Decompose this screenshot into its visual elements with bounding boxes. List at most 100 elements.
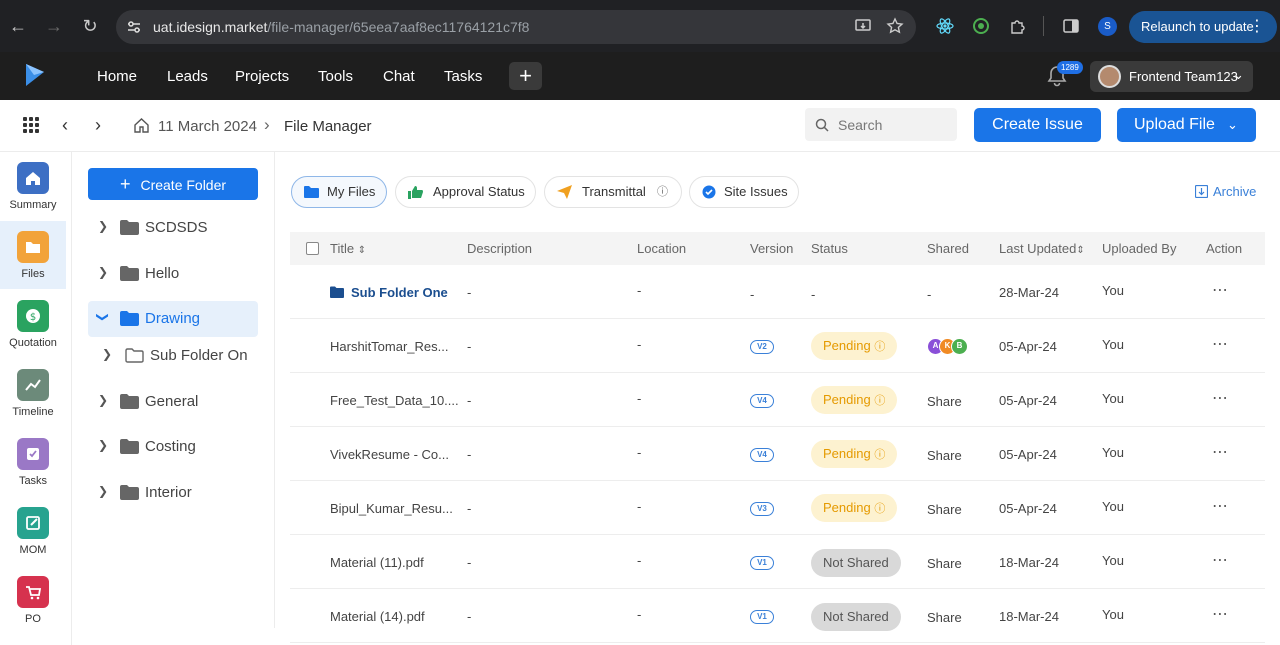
tree-folder-sub-folder[interactable]: ❯ Sub Folder On bbox=[88, 338, 258, 374]
row-title[interactable]: Free_Test_Data_10.... bbox=[330, 393, 459, 408]
reload-icon[interactable]: ↻ bbox=[80, 16, 100, 36]
tree-folder-costing[interactable]: ❯ Costing bbox=[88, 429, 258, 465]
tree-folder-scdsds[interactable]: ❯ SCDSDS bbox=[88, 210, 258, 246]
search-box[interactable] bbox=[805, 108, 957, 141]
nav-tasks[interactable]: Tasks bbox=[444, 68, 482, 85]
install-app-icon[interactable] bbox=[854, 17, 872, 35]
chevron-right-icon[interactable]: ❯ bbox=[98, 484, 108, 498]
row-title[interactable]: Sub Folder One bbox=[351, 285, 448, 300]
row-title[interactable]: HarshitTomar_Res... bbox=[330, 339, 448, 354]
row-updated: 18-Mar-24 bbox=[999, 555, 1059, 570]
back-arrow-icon[interactable]: ← bbox=[8, 16, 28, 36]
search-input[interactable] bbox=[838, 115, 948, 135]
tree-folder-general[interactable]: ❯ General bbox=[88, 384, 258, 420]
chevron-right-icon[interactable]: ❯ bbox=[98, 393, 108, 407]
idesign-logo-icon[interactable] bbox=[24, 62, 48, 88]
rail-item-tasks[interactable]: Tasks bbox=[0, 428, 66, 496]
table-row[interactable]: Material (11).pdf - - V1 Not Shared Shar… bbox=[290, 535, 1265, 589]
chevron-left-icon[interactable]: ‹ bbox=[62, 115, 68, 136]
more-horizontal-icon[interactable]: ⋯ bbox=[1212, 604, 1229, 624]
address-bar[interactable]: uat.idesign.market/file-manager/65eea7aa… bbox=[116, 10, 916, 44]
sort-icon[interactable]: ⇕ bbox=[1076, 245, 1084, 256]
more-horizontal-icon[interactable]: ⋯ bbox=[1212, 280, 1229, 300]
tab-approval-status[interactable]: Approval Status bbox=[395, 176, 536, 208]
chevron-down-icon: ⌄ bbox=[1233, 67, 1244, 82]
extension-green-icon[interactable] bbox=[972, 17, 990, 35]
nav-chat[interactable]: Chat bbox=[383, 68, 415, 85]
version-badge[interactable]: V4 bbox=[750, 394, 774, 408]
create-issue-button[interactable]: Create Issue bbox=[974, 108, 1101, 142]
tab-my-files[interactable]: My Files bbox=[291, 176, 387, 208]
sort-icon[interactable]: ⇕ bbox=[358, 245, 366, 256]
table-row[interactable]: Sub Folder One - - - - - 28-Mar-24 You ⋯ bbox=[290, 265, 1265, 319]
rail-item-quotation[interactable]: $ Quotation bbox=[0, 290, 66, 358]
col-title[interactable]: Title ⇕ bbox=[330, 241, 366, 256]
version-badge[interactable]: V1 bbox=[750, 556, 774, 570]
nav-leads[interactable]: Leads bbox=[167, 68, 208, 85]
row-share-link[interactable]: Share bbox=[927, 448, 962, 463]
react-devtools-icon[interactable] bbox=[936, 17, 954, 35]
breadcrumb-date[interactable]: 11 March 2024 bbox=[158, 118, 257, 135]
more-horizontal-icon[interactable]: ⋯ bbox=[1212, 550, 1229, 570]
tab-transmittal[interactable]: Transmittal ⓘ bbox=[544, 176, 682, 208]
more-horizontal-icon[interactable]: ⋯ bbox=[1212, 388, 1229, 408]
chevron-right-icon[interactable]: ❯ bbox=[98, 219, 108, 233]
rail-item-files[interactable]: Files bbox=[0, 221, 66, 289]
row-title[interactable]: Material (11).pdf bbox=[330, 555, 424, 570]
info-icon[interactable]: ⓘ bbox=[657, 177, 668, 207]
version-badge[interactable]: V2 bbox=[750, 340, 774, 354]
more-horizontal-icon[interactable]: ⋯ bbox=[1212, 496, 1229, 516]
upload-file-button[interactable]: Upload File ⌄ bbox=[1117, 108, 1256, 142]
version-badge[interactable]: V3 bbox=[750, 502, 774, 516]
add-button[interactable]: + bbox=[509, 62, 542, 90]
nav-projects[interactable]: Projects bbox=[235, 68, 289, 85]
folder-icon bbox=[17, 231, 49, 263]
more-vertical-icon[interactable]: ⋮ bbox=[1249, 11, 1265, 43]
more-horizontal-icon[interactable]: ⋯ bbox=[1212, 442, 1229, 462]
forward-arrow-icon[interactable]: → bbox=[44, 16, 64, 36]
rail-item-mom[interactable]: MOM bbox=[0, 497, 66, 565]
tree-folder-drawing[interactable]: ❯ Drawing bbox=[88, 301, 258, 337]
select-all-checkbox[interactable] bbox=[306, 242, 319, 255]
tree-folder-hello[interactable]: ❯ Hello bbox=[88, 256, 258, 292]
row-share-link[interactable]: Share bbox=[927, 502, 962, 517]
row-share-link[interactable]: Share bbox=[927, 394, 962, 409]
row-title[interactable]: Material (14).pdf bbox=[330, 609, 425, 624]
row-share-link[interactable]: Share bbox=[927, 556, 962, 571]
extensions-puzzle-icon[interactable] bbox=[1009, 17, 1027, 35]
profile-avatar[interactable]: S bbox=[1098, 17, 1117, 36]
user-menu[interactable]: Frontend Team123 ⌄ bbox=[1090, 61, 1253, 92]
table-row[interactable]: HarshitTomar_Res... - - V2 Pending ⓘ A K… bbox=[290, 319, 1265, 373]
side-panel-icon[interactable] bbox=[1062, 17, 1080, 35]
version-badge[interactable]: V1 bbox=[750, 610, 774, 624]
row-title[interactable]: VivekResume - Co... bbox=[330, 447, 449, 462]
create-folder-button[interactable]: + Create Folder bbox=[88, 168, 258, 200]
table-row[interactable]: Free_Test_Data_10.... - - V4 Pending ⓘ S… bbox=[290, 373, 1265, 427]
nav-tools[interactable]: Tools bbox=[318, 68, 353, 85]
chevron-right-icon[interactable]: ❯ bbox=[98, 265, 108, 279]
version-badge[interactable]: V4 bbox=[750, 448, 774, 462]
rail-item-timeline[interactable]: Timeline bbox=[0, 359, 66, 427]
row-title[interactable]: Bipul_Kumar_Resu... bbox=[330, 501, 453, 516]
rail-item-po[interactable]: PO bbox=[0, 566, 66, 634]
table-row[interactable]: Material (14).pdf - - V1 Not Shared Shar… bbox=[290, 589, 1265, 643]
tree-folder-interior[interactable]: ❯ Interior bbox=[88, 475, 258, 511]
row-share-link[interactable]: Share bbox=[927, 610, 962, 625]
home-icon[interactable] bbox=[133, 117, 150, 134]
bookmark-star-icon[interactable] bbox=[886, 17, 904, 35]
chevron-down-icon[interactable]: ❯ bbox=[96, 312, 110, 322]
apps-grid-icon[interactable] bbox=[23, 117, 40, 134]
more-horizontal-icon[interactable]: ⋯ bbox=[1212, 334, 1229, 354]
tab-site-issues[interactable]: Site Issues bbox=[689, 176, 799, 208]
table-row[interactable]: VivekResume - Co... - - V4 Pending ⓘ Sha… bbox=[290, 427, 1265, 481]
relaunch-button[interactable]: Relaunch to update ⋮ bbox=[1129, 11, 1277, 43]
table-row[interactable]: Bipul_Kumar_Resu... - - V3 Pending ⓘ Sha… bbox=[290, 481, 1265, 535]
chevron-right-icon[interactable]: › bbox=[95, 115, 101, 136]
chevron-right-icon[interactable]: ❯ bbox=[98, 438, 108, 452]
col-last-updated[interactable]: Last Updated⇕ bbox=[999, 241, 1085, 256]
site-settings-icon[interactable] bbox=[126, 19, 142, 35]
chevron-right-icon[interactable]: ❯ bbox=[102, 347, 112, 361]
search-icon bbox=[815, 118, 829, 132]
rail-item-summary[interactable]: Summary bbox=[0, 152, 66, 220]
nav-home[interactable]: Home bbox=[97, 68, 137, 85]
